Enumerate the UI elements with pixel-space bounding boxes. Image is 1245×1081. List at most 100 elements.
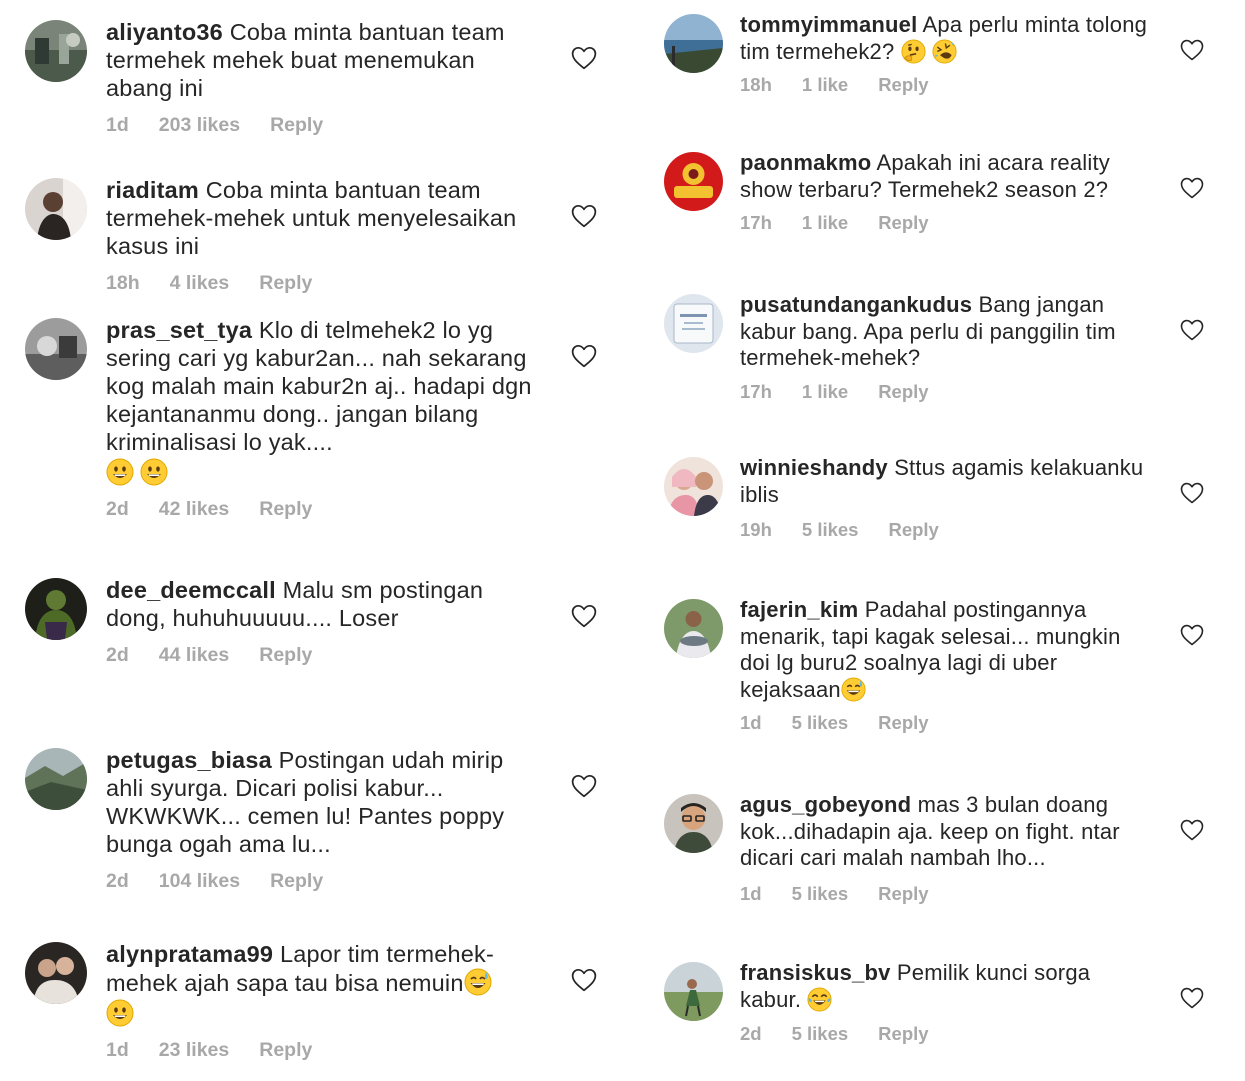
heart-icon[interactable] xyxy=(571,46,597,70)
comment-username[interactable]: fransiskus_bv xyxy=(740,960,891,985)
comment-time: 1d xyxy=(106,114,129,136)
comment-likes[interactable]: 44 likes xyxy=(159,644,229,667)
comment-meta: 1d 5 likes Reply xyxy=(740,883,1150,905)
reply-button[interactable]: Reply xyxy=(878,212,928,234)
comment-likes[interactable]: 42 likes xyxy=(159,498,229,521)
comment-meta: 19h 5 likes Reply xyxy=(740,519,1150,541)
heart-icon[interactable] xyxy=(571,204,597,228)
comment-likes[interactable]: 1 like xyxy=(802,212,848,234)
comment-body: riaditam Coba minta bantuan team termehe… xyxy=(106,176,546,295)
heart-icon[interactable] xyxy=(1180,482,1204,504)
ocean-view-avatar[interactable] xyxy=(664,14,723,73)
heart-icon[interactable] xyxy=(1180,819,1204,841)
reply-button[interactable]: Reply xyxy=(878,74,928,96)
comment-meta: 2d 44 likes Reply xyxy=(106,644,546,667)
reply-button[interactable]: Reply xyxy=(888,519,938,541)
comment-username[interactable]: aliyanto36 xyxy=(106,19,223,45)
comment-likes[interactable]: 1 like xyxy=(802,381,848,403)
reply-button[interactable]: Reply xyxy=(259,1039,312,1062)
comment-likes[interactable]: 4 likes xyxy=(170,272,230,295)
rolling-laughing-emoji xyxy=(932,38,957,64)
comment-username[interactable]: fajerin_kim xyxy=(740,597,858,622)
heart-icon[interactable] xyxy=(1180,987,1204,1009)
comment-likes[interactable]: 5 likes xyxy=(792,883,849,905)
comment-meta: 18h 4 likes Reply xyxy=(106,272,546,295)
hulk-figure-avatar[interactable] xyxy=(25,578,87,640)
invitation-card-avatar[interactable] xyxy=(664,294,723,353)
comment-text: petugas_biasa Postingan udah mirip ahli … xyxy=(106,746,546,858)
heart-icon[interactable] xyxy=(1180,319,1204,341)
valley-landscape-avatar[interactable] xyxy=(25,748,87,810)
comment-username[interactable]: dee_deemccall xyxy=(106,577,276,603)
couple-selfie-avatar[interactable] xyxy=(664,457,723,516)
comment-username[interactable]: petugas_biasa xyxy=(106,747,272,773)
reply-button[interactable]: Reply xyxy=(259,498,312,521)
comment-username[interactable]: paonmakmo xyxy=(740,150,871,175)
comment-text: pusatundangankudus Bang jangan kabur ban… xyxy=(740,292,1150,372)
reply-button[interactable]: Reply xyxy=(270,114,323,137)
comment-username[interactable]: riaditam xyxy=(106,177,199,203)
reply-button[interactable]: Reply xyxy=(878,712,928,734)
heart-icon[interactable] xyxy=(1180,177,1204,199)
comment-username[interactable]: alynpratama99 xyxy=(106,941,273,967)
comment-meta: 1d 5 likes Reply xyxy=(740,712,1150,734)
comment-time: 1d xyxy=(740,712,762,733)
heart-icon[interactable] xyxy=(571,344,597,368)
man-with-glasses-avatar[interactable] xyxy=(664,794,723,853)
comment-likes[interactable]: 1 like xyxy=(802,74,848,96)
comment-time: 19h xyxy=(740,519,772,540)
comment-body: agus_gobeyond mas 3 bulan doang kok...di… xyxy=(740,792,1150,905)
comment-likes[interactable]: 23 likes xyxy=(159,1039,229,1062)
comment-username[interactable]: tommyimmanuel xyxy=(740,12,917,37)
reply-button[interactable]: Reply xyxy=(878,883,928,905)
face-with-tears-of-joy-emoji xyxy=(807,986,833,1012)
comment-text: dee_deemccall Malu sm postingan dong, hu… xyxy=(106,576,546,632)
heart-icon[interactable] xyxy=(1180,624,1204,646)
heart-icon[interactable] xyxy=(571,774,597,798)
grayscale-photo-avatar[interactable] xyxy=(25,318,87,380)
heart-icon[interactable] xyxy=(571,604,597,628)
emoji-row xyxy=(106,458,546,486)
comment-meta: 18h 1 like Reply xyxy=(740,74,1150,96)
comment-body: alynpratama99 Lapor tim termehek-mehek a… xyxy=(106,940,546,1062)
comment-text: aliyanto36 Coba minta bantuan team terme… xyxy=(106,18,546,102)
reply-button[interactable]: Reply xyxy=(270,870,323,893)
landscape-photo-avatar[interactable] xyxy=(25,20,87,82)
grinning-face-emoji xyxy=(106,458,134,486)
red-logo-avatar[interactable] xyxy=(664,152,723,211)
field-photo-avatar[interactable] xyxy=(664,962,723,1021)
comment-meta: 2d 5 likes Reply xyxy=(740,1023,1150,1045)
comment-meta: 17h 1 like Reply xyxy=(740,381,1150,403)
reply-button[interactable]: Reply xyxy=(259,272,312,295)
comment-body: petugas_biasa Postingan udah mirip ahli … xyxy=(106,746,546,893)
reply-button[interactable]: Reply xyxy=(259,644,312,667)
comment-text: agus_gobeyond mas 3 bulan doang kok...di… xyxy=(740,792,1150,872)
couple-photo-avatar[interactable] xyxy=(25,942,87,1004)
comment-meta: 17h 1 like Reply xyxy=(740,212,1150,234)
comment-username[interactable]: winnieshandy xyxy=(740,455,888,480)
comment-body: pras_set_tya Klo di telmehek2 lo yg seri… xyxy=(106,316,546,521)
comment-username[interactable]: pras_set_tya xyxy=(106,317,252,343)
reply-button[interactable]: Reply xyxy=(878,381,928,403)
comment-body: fajerin_kim Padahal postingannya menarik… xyxy=(740,597,1150,734)
selfie-photo-avatar[interactable] xyxy=(25,178,87,240)
reply-button[interactable]: Reply xyxy=(878,1023,928,1045)
comment-body: dee_deemccall Malu sm postingan dong, hu… xyxy=(106,576,546,667)
emoji-row xyxy=(106,999,546,1027)
comment-likes[interactable]: 5 likes xyxy=(792,712,849,734)
grinning-face-emoji xyxy=(106,999,134,1027)
man-holding-fish-avatar[interactable] xyxy=(664,599,723,658)
comment-text: alynpratama99 Lapor tim termehek-mehek a… xyxy=(106,940,546,997)
comment-likes[interactable]: 5 likes xyxy=(802,519,859,541)
comment-text: pras_set_tya Klo di telmehek2 lo yg seri… xyxy=(106,316,546,456)
comment-username[interactable]: pusatundangankudus xyxy=(740,292,972,317)
comment-username[interactable]: agus_gobeyond xyxy=(740,792,911,817)
heart-icon[interactable] xyxy=(571,968,597,992)
comment-likes[interactable]: 203 likes xyxy=(159,114,240,137)
comment-time: 1d xyxy=(106,1039,129,1061)
comment-likes[interactable]: 104 likes xyxy=(159,870,240,893)
comment-body: pusatundangankudus Bang jangan kabur ban… xyxy=(740,292,1150,403)
heart-icon[interactable] xyxy=(1180,39,1204,61)
comment-time: 2d xyxy=(106,498,129,520)
comment-likes[interactable]: 5 likes xyxy=(792,1023,849,1045)
